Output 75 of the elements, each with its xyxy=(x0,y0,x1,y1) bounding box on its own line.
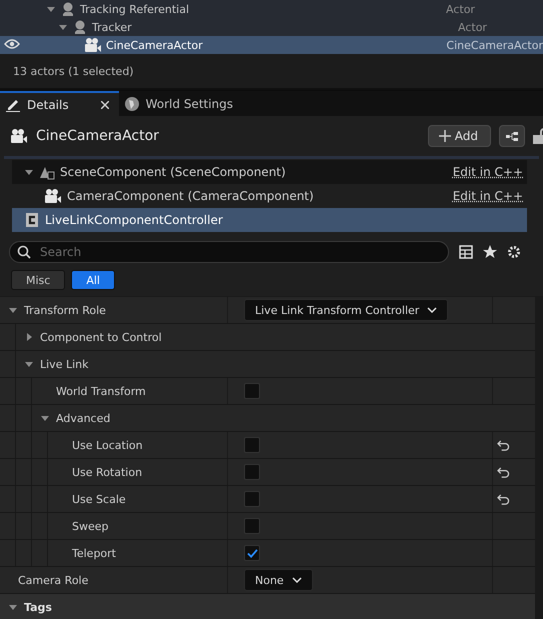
lock-icon[interactable] xyxy=(533,128,543,144)
search-field[interactable]: Search xyxy=(9,241,449,263)
panel-tab[interactable]: World Settings xyxy=(118,91,244,116)
plus-icon xyxy=(438,130,451,142)
value-dropdown[interactable]: Live Link Transform Controller xyxy=(244,299,448,321)
property-label: Use Rotation xyxy=(72,466,142,478)
expanded-arrow-icon[interactable] xyxy=(24,359,34,369)
camera-icon xyxy=(44,188,62,204)
outliner-row[interactable]: CineCameraActor CineCameraActor xyxy=(0,36,543,54)
property-label: Component to Control xyxy=(40,330,162,344)
hierarchy-icon xyxy=(506,130,518,142)
collapsed-arrow-icon[interactable] xyxy=(24,332,34,342)
camera-icon xyxy=(84,37,102,53)
star-icon[interactable] xyxy=(483,245,497,259)
reset-arrow-icon[interactable] xyxy=(496,494,510,504)
settings-icon[interactable] xyxy=(507,245,521,259)
blueprint-hierarchy-button[interactable] xyxy=(499,125,525,147)
filter-button[interactable]: Misc xyxy=(11,270,66,290)
property-label: Use Location xyxy=(72,438,143,452)
actor-type: Actor xyxy=(458,20,487,34)
component-name: CameraComponent (CameraComponent) xyxy=(67,189,315,203)
sphere-on-stand-icon xyxy=(72,19,88,35)
eye-icon[interactable] xyxy=(4,38,20,48)
property-label: Transform Role xyxy=(24,304,106,316)
property-label: World Transform xyxy=(56,384,146,398)
reset-arrow-icon[interactable] xyxy=(496,440,510,450)
close-icon[interactable] xyxy=(100,100,109,108)
actor-name: Tracker xyxy=(92,20,132,34)
checkbox[interactable] xyxy=(244,518,260,534)
code-file-icon xyxy=(24,212,40,228)
actor-type: CineCameraActor xyxy=(446,38,543,52)
actor-type: Actor xyxy=(446,2,475,16)
chevron-down-icon xyxy=(292,577,302,583)
expanded-arrow-icon[interactable] xyxy=(40,413,50,423)
outliner-row[interactable]: Tracker Actor xyxy=(0,18,543,36)
sphere-on-stand-icon xyxy=(60,1,76,17)
camera-icon xyxy=(10,128,28,144)
expanded-arrow-icon[interactable] xyxy=(8,602,18,612)
globe-icon xyxy=(124,96,140,112)
outliner-row[interactable]: Tracking Referential Actor xyxy=(0,0,543,18)
checkbox[interactable] xyxy=(244,437,260,453)
panel-tab[interactable]: Details xyxy=(0,91,119,116)
component-name: LiveLinkComponentController xyxy=(45,213,224,227)
checkbox[interactable] xyxy=(244,383,260,399)
property-label: Teleport xyxy=(72,546,116,560)
property-label: Use Scale xyxy=(72,492,126,506)
actor-title: CineCameraActor xyxy=(36,128,160,144)
add-button[interactable]: Add xyxy=(428,125,491,147)
filter-button[interactable]: All xyxy=(71,270,115,290)
component-row[interactable]: LiveLinkComponentController xyxy=(12,208,527,232)
property-label: Tags xyxy=(24,600,52,614)
edit-link[interactable]: Edit in C++ xyxy=(452,189,527,203)
value-dropdown[interactable]: None xyxy=(244,569,313,591)
expanded-arrow-icon[interactable] xyxy=(24,167,34,177)
component-name: SceneComponent (SceneComponent) xyxy=(60,165,287,179)
checkbox[interactable] xyxy=(244,464,260,480)
expanded-arrow-icon[interactable] xyxy=(58,22,68,32)
property-label: Sweep xyxy=(72,520,108,532)
checkbox[interactable] xyxy=(244,491,260,507)
actor-count: 13 actors (1 selected) xyxy=(13,64,134,78)
expanded-arrow-icon[interactable] xyxy=(8,305,18,315)
component-row[interactable]: SceneComponent (SceneComponent) Edit in C++ xyxy=(12,160,527,184)
expanded-arrow-icon[interactable] xyxy=(46,4,56,14)
property-label: Live Link xyxy=(40,358,88,370)
reset-arrow-icon[interactable] xyxy=(496,466,510,478)
checkmark-icon xyxy=(246,548,258,558)
table-icon[interactable] xyxy=(459,245,473,259)
chevron-down-icon xyxy=(427,307,438,313)
property-label: Advanced xyxy=(56,412,110,424)
actor-name: Tracking Referential xyxy=(80,2,190,16)
actor-name: CineCameraActor xyxy=(106,38,203,52)
property-label: Camera Role xyxy=(18,574,88,586)
component-row[interactable]: CameraComponent (CameraComponent) Edit in C++ xyxy=(12,184,527,208)
edit-link[interactable]: Edit in C++ xyxy=(452,165,527,179)
checkbox[interactable] xyxy=(244,545,260,561)
